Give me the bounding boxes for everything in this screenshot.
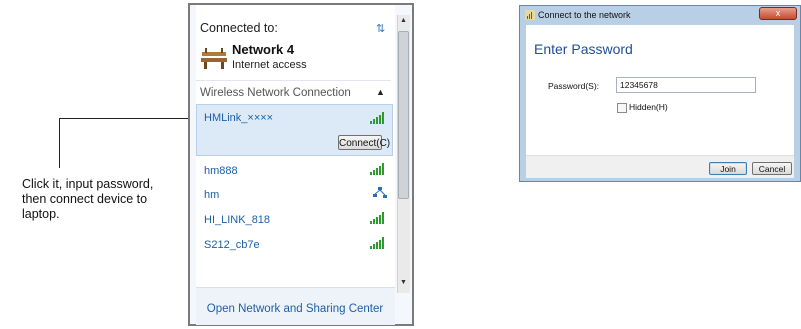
network-item-label[interactable]: HI_LINK_818 <box>204 214 270 226</box>
network-icon <box>525 10 535 20</box>
network-nodes-icon <box>373 187 387 198</box>
enter-password-heading: Enter Password <box>534 41 633 57</box>
network-flyout-frame: Connected to: ⇅ Network 4 Internet acces… <box>190 5 412 325</box>
hidden-label[interactable]: Hidden(H) <box>629 102 668 112</box>
callout-line-vertical <box>59 118 60 168</box>
current-network-name: Network 4 <box>232 42 295 57</box>
signal-bars-icon <box>370 237 384 249</box>
dialog-title: Connect to the network <box>538 10 631 20</box>
instruction-text: Click it, input password, then connect d… <box>22 177 182 222</box>
dialog-body: Enter Password Password(S): 12345678 Hid… <box>526 25 794 155</box>
network-item-label[interactable]: hm <box>204 189 219 201</box>
join-button[interactable]: Join <box>709 162 747 175</box>
network-item-label[interactable]: S212_cb7e <box>204 239 260 251</box>
cancel-button[interactable]: Cancel <box>752 162 792 175</box>
password-label: Password(S): <box>548 81 600 91</box>
instruction-line-3: laptop. <box>22 207 60 221</box>
connect-button[interactable]: Connect(C) <box>338 135 390 150</box>
scrollbar-thumb[interactable] <box>398 31 409 199</box>
network-item-label[interactable]: HMLink_×××× <box>204 112 273 124</box>
signal-bars-icon <box>370 212 384 224</box>
callout-line-horizontal <box>59 118 191 119</box>
divider <box>196 80 391 81</box>
current-network-status: Internet access <box>232 59 307 71</box>
section-title-wireless[interactable]: Wireless Network Connection <box>200 87 351 99</box>
collapse-chevron-icon[interactable]: ▲ <box>376 87 385 97</box>
scroll-up-arrow-icon[interactable]: ▲ <box>400 17 407 24</box>
connect-dialog: Connect to the network x Enter Password … <box>519 5 801 182</box>
hidden-checkbox[interactable] <box>617 103 627 113</box>
open-network-sharing-center-link[interactable]: Open Network and Sharing Center <box>198 303 392 315</box>
signal-bars-icon <box>370 163 384 175</box>
dialog-footer: Join Cancel <box>526 155 794 178</box>
refresh-icon[interactable]: ⇅ <box>376 22 385 35</box>
network-flyout: Connected to: ⇅ Network 4 Internet acces… <box>188 3 414 326</box>
connected-to-label: Connected to: <box>200 21 278 35</box>
network-item-label[interactable]: hm888 <box>204 165 238 177</box>
network-bench-icon <box>201 48 227 69</box>
signal-bars-icon <box>370 112 384 124</box>
close-button[interactable]: x <box>759 7 797 20</box>
scroll-down-arrow-icon[interactable]: ▼ <box>400 279 407 286</box>
instruction-line-1: Click it, input password, <box>22 177 154 191</box>
instruction-line-2: then connect device to <box>22 192 148 206</box>
password-field[interactable]: 12345678 <box>616 77 756 93</box>
